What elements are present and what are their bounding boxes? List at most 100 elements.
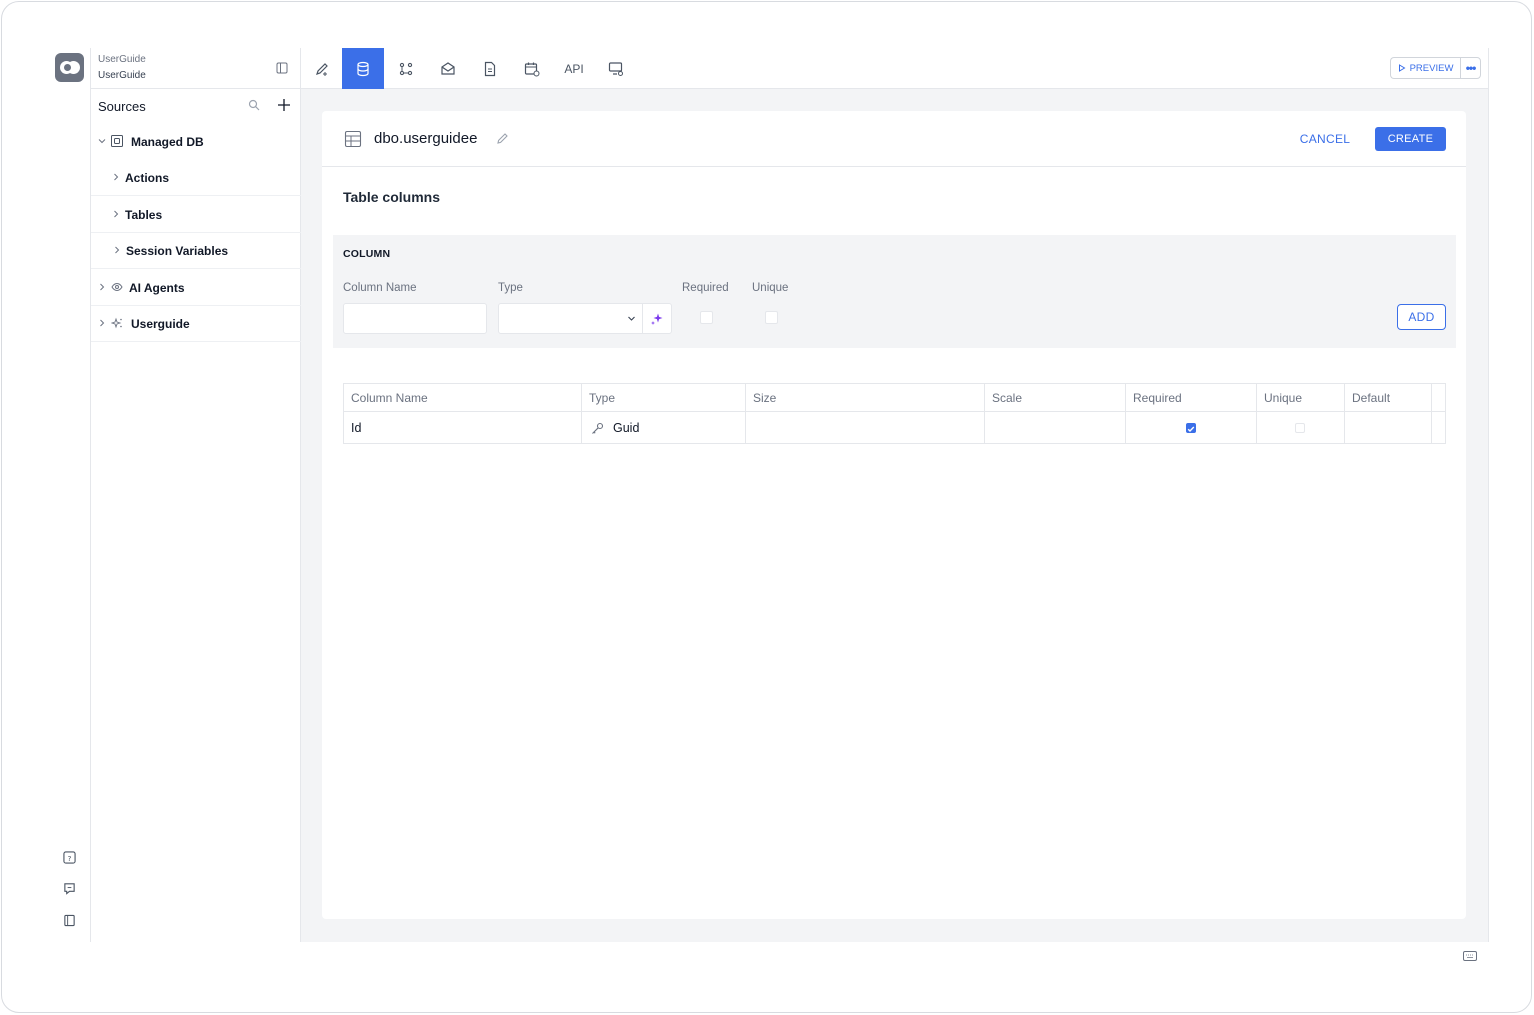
project-header: UserGuide UserGuide [91, 48, 301, 89]
more-options-button[interactable]: ••• [1460, 57, 1481, 79]
header-required[interactable]: Required [1126, 384, 1257, 411]
document-icon [484, 61, 496, 76]
tree-item-managed-db[interactable]: Managed DB [91, 124, 301, 160]
chat-icon[interactable] [63, 882, 76, 895]
chevron-right-icon [114, 210, 119, 218]
tree-item-userguide[interactable]: Userguide [91, 306, 301, 342]
unique-checkbox-unchecked[interactable] [1295, 423, 1305, 433]
workflow-icon [399, 62, 413, 75]
keyboard-icon[interactable] [1463, 951, 1477, 961]
main-content: dbo.userguidee CANCEL CREATE Table colum… [301, 89, 1488, 942]
header-default[interactable]: Default [1345, 384, 1432, 411]
database-box-icon [111, 135, 123, 147]
chevron-right-icon [115, 246, 120, 254]
chevron-down-icon [628, 316, 635, 321]
cell-unique[interactable] [1257, 412, 1345, 444]
tab-schedules[interactable] [511, 48, 553, 89]
required-checkbox-checked[interactable] [1186, 423, 1196, 433]
tree-item-label: Session Variables [126, 244, 229, 258]
column-name-input[interactable] [343, 303, 487, 334]
tab-workflows[interactable] [385, 48, 427, 89]
chevron-right-icon [100, 319, 105, 327]
pencil-icon[interactable] [496, 132, 509, 145]
add-source-icon[interactable] [277, 98, 291, 112]
sparkle-icon [111, 317, 122, 329]
svg-text:?: ? [68, 854, 72, 863]
grid-header: Column Name Type Size Scale Required Uni… [344, 384, 1445, 412]
monitor-settings-icon [608, 61, 623, 76]
required-checkbox[interactable] [700, 311, 713, 324]
section-title: Table columns [343, 189, 440, 205]
tree-item-session-variables[interactable]: Session Variables [91, 233, 301, 269]
column-name-label: Column Name [343, 282, 417, 294]
search-icon[interactable] [248, 99, 260, 111]
create-button[interactable]: CREATE [1375, 127, 1446, 151]
eye-icon [111, 282, 123, 292]
design-icon [316, 62, 328, 76]
tree-item-label: AI Agents [129, 281, 185, 295]
top-toolbar: API PREVIEW ••• [301, 48, 1488, 89]
tab-documents[interactable] [469, 48, 511, 89]
chevron-down-icon [98, 139, 106, 144]
columns-grid: Column Name Type Size Scale Required Uni… [343, 383, 1446, 444]
check-icon [1187, 426, 1195, 433]
header-scale[interactable]: Scale [985, 384, 1126, 411]
cell-size[interactable] [746, 412, 985, 444]
preview-label: PREVIEW [1409, 62, 1454, 74]
chevron-right-icon [114, 173, 119, 181]
app-logo[interactable] [55, 53, 84, 82]
tab-settings[interactable] [595, 48, 637, 89]
sources-title: Sources [98, 99, 146, 114]
calendar-icon [524, 62, 540, 76]
header-type[interactable]: Type [582, 384, 746, 411]
tree-item-label: Userguide [131, 317, 190, 331]
column-heading: COLUMN [343, 248, 391, 260]
tab-design[interactable] [301, 48, 343, 89]
project-name[interactable]: UserGuide [98, 70, 146, 81]
tree-item-label: Actions [125, 171, 170, 185]
magic-sparkle-icon [651, 313, 663, 325]
mail-icon [441, 61, 455, 75]
key-icon [592, 422, 604, 434]
tab-data[interactable] [342, 48, 384, 89]
unique-checkbox[interactable] [765, 311, 778, 324]
tab-api[interactable]: API [553, 48, 595, 89]
tab-email[interactable] [427, 48, 469, 89]
table-icon [344, 130, 362, 148]
add-column-panel: COLUMN Column Name Type Required Unique … [333, 235, 1456, 348]
app-window: ? UserGuide UserGuide Sources Managed DB… [1, 1, 1532, 1013]
type-select[interactable] [498, 303, 643, 334]
project-label: UserGuide [98, 54, 146, 65]
sources-sidebar: UserGuide UserGuide Sources Managed DB A… [91, 48, 301, 942]
cancel-button[interactable]: CANCEL [1292, 127, 1358, 151]
cell-default[interactable] [1345, 412, 1432, 444]
table-editor-card: dbo.userguidee CANCEL CREATE Table colum… [322, 111, 1466, 919]
cell-column-name[interactable]: Id [344, 412, 582, 444]
header-column-name[interactable]: Column Name [344, 384, 582, 411]
table-row[interactable]: Id Guid [344, 412, 1445, 444]
tree-item-label: Tables [125, 208, 163, 222]
tree-item-tables[interactable]: Tables [91, 197, 301, 233]
cell-type[interactable]: Guid [582, 412, 746, 444]
cell-scale[interactable] [985, 412, 1126, 444]
type-label: Type [498, 282, 523, 294]
ai-suggest-button[interactable] [642, 303, 672, 334]
book-icon[interactable] [63, 914, 76, 927]
database-icon [357, 61, 369, 76]
header-unique[interactable]: Unique [1257, 384, 1345, 411]
preview-button[interactable]: PREVIEW [1390, 57, 1460, 79]
editor-header: dbo.userguidee CANCEL CREATE [322, 111, 1466, 167]
unique-label: Unique [752, 282, 789, 294]
table-name: dbo.userguidee [374, 130, 478, 147]
required-label: Required [682, 282, 729, 294]
add-column-button[interactable]: ADD [1397, 304, 1446, 330]
chevron-right-icon [100, 283, 105, 291]
cell-required[interactable] [1126, 412, 1257, 444]
header-size[interactable]: Size [746, 384, 985, 411]
tree-item-ai-agents[interactable]: AI Agents [91, 270, 301, 306]
help-icon[interactable]: ? [63, 851, 76, 864]
tree-item-label: Managed DB [131, 135, 204, 149]
sidebar-collapse-icon[interactable] [276, 62, 288, 74]
tree-item-actions[interactable]: Actions [91, 160, 301, 196]
app-shell: ? UserGuide UserGuide Sources Managed DB… [48, 48, 1489, 942]
